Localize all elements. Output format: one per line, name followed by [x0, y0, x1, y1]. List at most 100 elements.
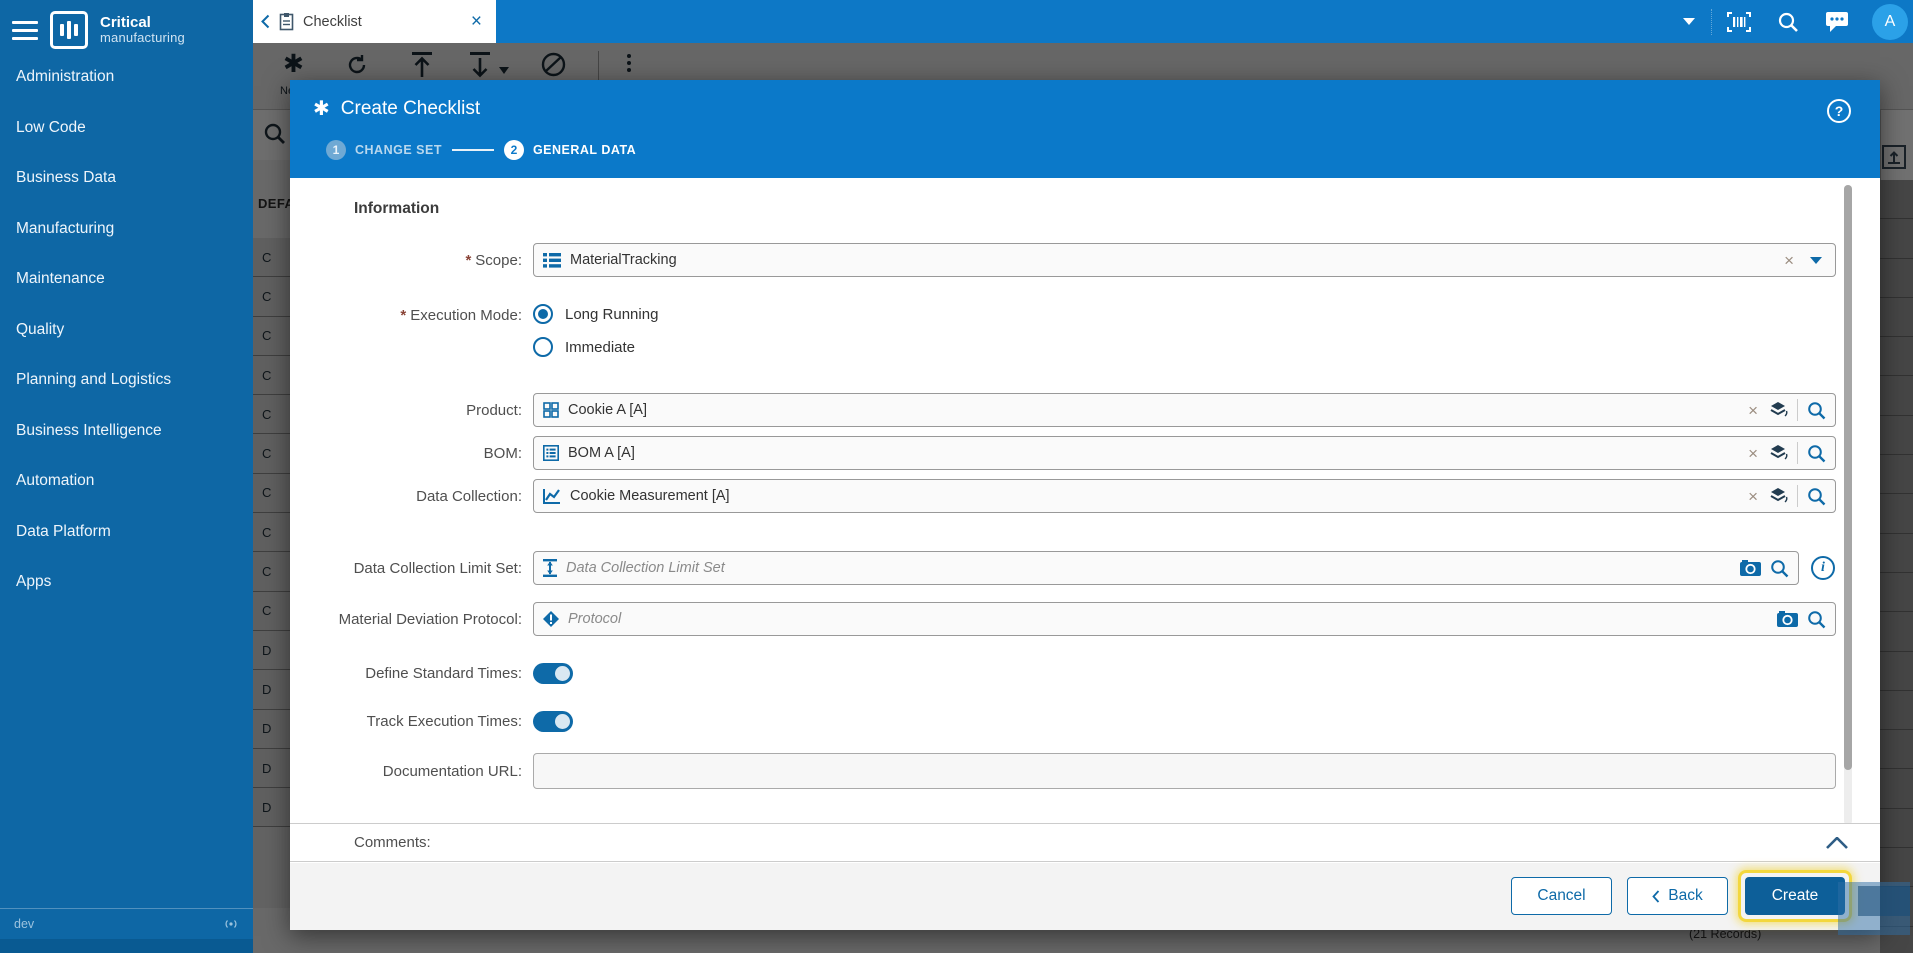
- protocol-camera-icon[interactable]: [1777, 611, 1798, 627]
- documentation-url-input[interactable]: [533, 753, 1836, 789]
- radio-selected-icon[interactable]: [533, 304, 553, 324]
- tab-back-chevron-icon[interactable]: [261, 14, 270, 29]
- click-indicator-inner: [1858, 886, 1910, 916]
- brand-name: Critical: [100, 14, 151, 32]
- back-chevron-icon: [1652, 889, 1660, 903]
- bom-value: BOM A [A]: [568, 445, 635, 461]
- scrollbar-thumb[interactable]: [1844, 185, 1852, 770]
- product-versions-icon[interactable]: [1770, 402, 1788, 418]
- documentation-url-label: Documentation URL:: [382, 762, 522, 780]
- scope-list-icon: [543, 252, 561, 268]
- sidebar-item-business-data[interactable]: Business Data: [0, 153, 253, 204]
- material-deviation-protocol-field[interactable]: Protocol: [533, 602, 1836, 636]
- define-standard-times-toggle[interactable]: [533, 663, 573, 684]
- hamburger-menu-icon[interactable]: [12, 20, 38, 40]
- bom-clear-icon[interactable]: ×: [1745, 445, 1761, 462]
- scope-label: * Scope:: [465, 251, 522, 269]
- bom-field[interactable]: BOM A [A] ×: [533, 436, 1836, 470]
- sidebar-item-business-intelligence[interactable]: Business Intelligence: [0, 406, 253, 457]
- bom-label: BOM:: [483, 444, 522, 462]
- bom-icon: [543, 445, 559, 461]
- data-collection-value: Cookie Measurement [A]: [570, 488, 730, 504]
- environment-label: dev: [14, 916, 35, 931]
- limit-set-search-icon[interactable]: [1770, 559, 1789, 578]
- track-execution-times-toggle[interactable]: [533, 711, 573, 732]
- product-field[interactable]: Cookie A [A] ×: [533, 393, 1836, 427]
- required-asterisk: *: [465, 251, 472, 269]
- protocol-diamond-icon: [543, 611, 559, 627]
- comments-section[interactable]: Comments:: [290, 823, 1880, 862]
- protocol-search-icon[interactable]: [1807, 610, 1826, 629]
- global-search-icon[interactable]: [1777, 11, 1799, 33]
- data-collection-limit-set-field[interactable]: Data Collection Limit Set: [533, 551, 1799, 585]
- data-collection-field[interactable]: Cookie Measurement [A] ×: [533, 479, 1836, 513]
- limit-set-placeholder: Data Collection Limit Set: [566, 560, 725, 576]
- top-header-bar: Checklist × A: [253, 0, 1913, 43]
- step-change-set[interactable]: 1 CHANGE SET: [326, 140, 442, 160]
- sidebar-item-maintenance[interactable]: Maintenance: [0, 254, 253, 305]
- sidebar-item-planning-and-logistics[interactable]: Planning and Logistics: [0, 355, 253, 406]
- radio-immediate[interactable]: Immediate: [533, 337, 635, 357]
- define-standard-times-label: Define Standard Times:: [365, 665, 522, 682]
- sidebar-item-low-code[interactable]: Low Code: [0, 103, 253, 154]
- modal-title: Create Checklist: [340, 98, 481, 119]
- tab-checklist[interactable]: Checklist ×: [253, 0, 496, 43]
- user-avatar[interactable]: A: [1872, 3, 1908, 40]
- step-1-label: CHANGE SET: [355, 143, 442, 157]
- radio-unselected-icon[interactable]: [533, 337, 553, 357]
- topbar-separator: [1711, 8, 1712, 35]
- create-checklist-modal: ✱ Create Checklist ? 1 CHANGE SET 2 GENE…: [290, 80, 1880, 930]
- sidebar: Critical manufacturing Administration Lo…: [0, 0, 253, 953]
- modal-scrollbar[interactable]: [1844, 185, 1852, 825]
- data-collection-label: Data Collection:: [416, 487, 522, 505]
- sidebar-item-data-platform[interactable]: Data Platform: [0, 507, 253, 558]
- data-collection-search-icon[interactable]: [1807, 487, 1826, 506]
- data-collection-clear-icon[interactable]: ×: [1745, 488, 1761, 505]
- modal-body: Information * Scope: MaterialTracking ×: [290, 178, 1880, 823]
- sidebar-footer: dev: [0, 908, 253, 938]
- material-deviation-protocol-label: Material Deviation Protocol:: [338, 610, 522, 628]
- data-collection-limit-set-label: Data Collection Limit Set:: [353, 559, 522, 577]
- barcode-scan-icon[interactable]: [1727, 11, 1751, 32]
- cancel-button[interactable]: Cancel: [1511, 877, 1612, 915]
- product-icon: [543, 402, 559, 418]
- brand-subname: manufacturing: [100, 30, 185, 46]
- sidebar-item-administration[interactable]: Administration: [0, 52, 253, 103]
- sidebar-item-automation[interactable]: Automation: [0, 456, 253, 507]
- product-search-icon[interactable]: [1807, 401, 1826, 420]
- bom-search-icon[interactable]: [1807, 444, 1826, 463]
- scope-clear-icon[interactable]: ×: [1781, 252, 1797, 269]
- protocol-placeholder: Protocol: [568, 611, 622, 627]
- radio-long-running[interactable]: Long Running: [533, 304, 658, 324]
- track-execution-times-label: Track Execution Times:: [366, 713, 522, 730]
- field-separator: [1797, 485, 1798, 507]
- sidebar-item-quality[interactable]: Quality: [0, 305, 253, 356]
- scope-field[interactable]: MaterialTracking ×: [533, 243, 1836, 277]
- sidebar-item-manufacturing[interactable]: Manufacturing: [0, 204, 253, 255]
- product-clear-icon[interactable]: ×: [1745, 402, 1761, 419]
- modal-footer: Cancel Back Create: [290, 863, 1880, 930]
- toggle-knob: [555, 666, 570, 681]
- step-1-circle: 1: [326, 140, 346, 160]
- sidebar-item-apps[interactable]: Apps: [0, 557, 253, 608]
- create-button[interactable]: Create: [1745, 877, 1845, 915]
- section-title-information: Information: [354, 200, 440, 217]
- data-collection-versions-icon[interactable]: [1770, 488, 1788, 504]
- comments-collapse-chevron-icon[interactable]: [1826, 836, 1848, 849]
- scope-value: MaterialTracking: [570, 252, 677, 268]
- limit-set-info-icon[interactable]: i: [1811, 556, 1835, 580]
- field-separator: [1797, 442, 1798, 464]
- create-asterisk-icon: ✱: [313, 98, 330, 120]
- brand-text: Critical manufacturing: [100, 15, 185, 44]
- step-general-data[interactable]: 2 GENERAL DATA: [503, 140, 637, 160]
- bom-versions-icon[interactable]: [1770, 445, 1788, 461]
- messages-chat-icon[interactable]: [1825, 11, 1849, 33]
- step-2-label: GENERAL DATA: [532, 143, 637, 157]
- tab-close-icon[interactable]: ×: [467, 12, 486, 31]
- scope-dropdown-caret-icon[interactable]: [1810, 256, 1822, 264]
- limit-set-camera-icon[interactable]: [1740, 560, 1761, 576]
- back-button[interactable]: Back: [1627, 877, 1728, 915]
- header-dropdown-caret-icon[interactable]: [1683, 18, 1695, 25]
- modal-header: ✱ Create Checklist ? 1 CHANGE SET 2 GENE…: [290, 80, 1880, 178]
- help-icon[interactable]: ?: [1827, 99, 1851, 123]
